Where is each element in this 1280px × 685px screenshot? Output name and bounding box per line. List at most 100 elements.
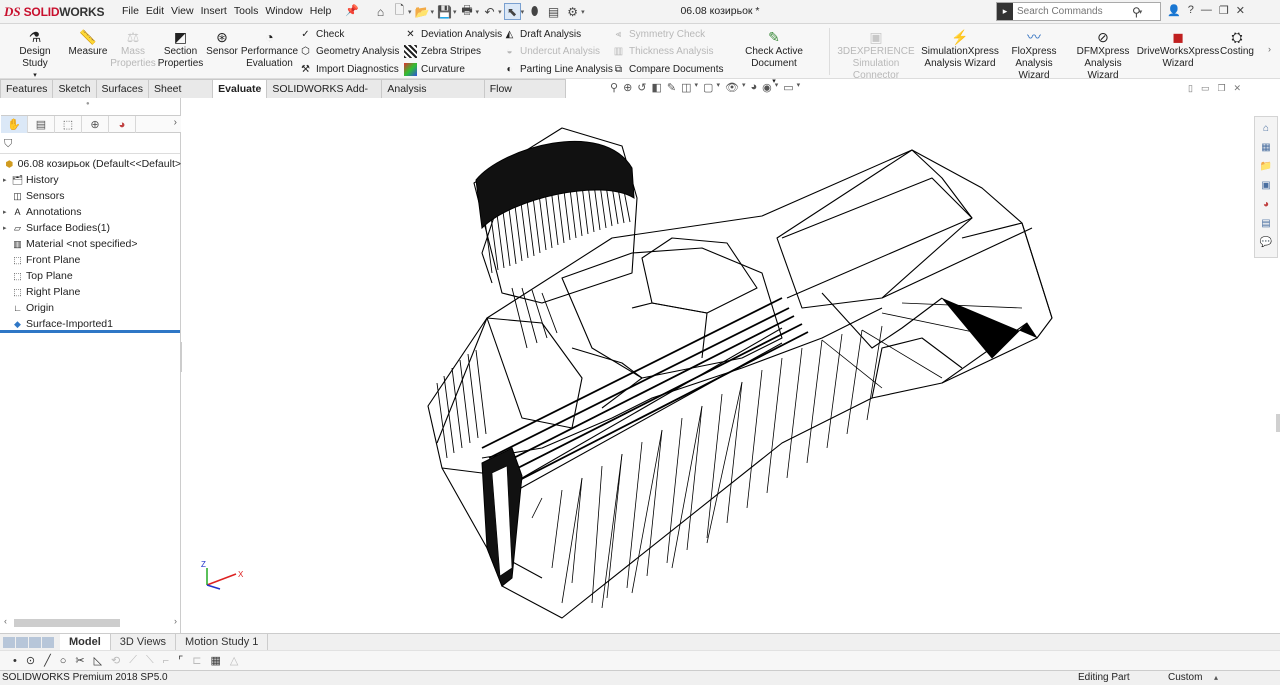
floxpress-button[interactable]: 〰 FloXpress Analysis Wizard — [1000, 28, 1068, 82]
expand-arrow-icon[interactable]: ▸ — [3, 176, 11, 184]
open-folder-icon[interactable]: 📂 — [414, 3, 431, 20]
tree-item-material[interactable]: ▥ Material <not specified> — [0, 236, 181, 252]
tree-item-history[interactable]: ▸ 🗂 History — [0, 172, 181, 188]
viewport-split-icon[interactable]: ▯ — [1188, 83, 1193, 94]
circle-icon[interactable]: ○ — [60, 655, 67, 667]
select-pointer-icon[interactable]: ⬉ — [503, 3, 521, 20]
costing-button[interactable]: ⛭ Costing — [1218, 28, 1256, 58]
help-icon[interactable]: ? — [1188, 4, 1194, 17]
curvature-button[interactable]: Curvature — [404, 62, 465, 77]
pin-icon[interactable]: 📌 — [345, 4, 359, 17]
minimize-icon[interactable]: — — [1201, 4, 1212, 17]
unit-system-menu-icon[interactable]: ▴ — [1214, 671, 1218, 685]
dynamic-annotation-icon[interactable]: ✎ — [667, 81, 676, 94]
feature-manager-tab-icon[interactable]: ✋ — [1, 116, 28, 133]
display-manager-tab-icon[interactable]: ◕ — [109, 116, 136, 133]
viewport-restore-icon[interactable]: ❐ — [1217, 83, 1225, 94]
forum-icon[interactable]: 💬 — [1259, 235, 1274, 250]
tab-model[interactable]: Model — [60, 633, 111, 651]
tree-item-top-plane[interactable]: ⬚ Top Plane — [0, 268, 181, 284]
tree-item-right-plane[interactable]: ⬚ Right Plane — [0, 284, 181, 300]
print-icon[interactable]: 🖶 — [459, 3, 476, 20]
menu-file[interactable]: File — [122, 5, 146, 17]
apply-scene-icon[interactable]: ◉ — [762, 81, 772, 94]
configuration-manager-tab-icon[interactable]: ⬚ — [55, 116, 82, 133]
scroll-left-icon[interactable]: ‹ — [4, 616, 7, 626]
hide-show-items-icon[interactable]: 👁 — [725, 81, 739, 94]
restore-icon[interactable]: ❐ — [1219, 4, 1229, 17]
thickness-analysis-button[interactable]: ▥ Thickness Analysis — [612, 44, 714, 59]
draft-analysis-button[interactable]: ◭ Draft Analysis — [503, 27, 582, 42]
circle-center-icon[interactable]: ⊙ — [26, 654, 35, 667]
parting-line-analysis-button[interactable]: ◐ Parting Line Analysis — [503, 62, 612, 77]
mass-properties-button[interactable]: ⚖ Mass Properties — [110, 28, 156, 70]
section-view-icon[interactable]: ◧ — [652, 81, 662, 94]
menu-tools[interactable]: Tools — [234, 5, 266, 17]
more-commands-icon[interactable]: › — [1268, 44, 1271, 54]
view-orientation-icon[interactable]: ◫ — [681, 81, 691, 94]
tab-solidworks-addins[interactable]: SOLIDWORKS Add-Ins — [266, 79, 383, 113]
dimxpert-manager-tab-icon[interactable]: ⊕ — [82, 116, 109, 133]
design-library-icon[interactable]: ▦ — [1259, 140, 1274, 155]
zoom-to-area-icon[interactable]: ⊕ — [623, 81, 632, 94]
geometry-analysis-button[interactable]: ⬡ Geometry Analysis — [299, 44, 399, 59]
undercut-analysis-button[interactable]: ◒ Undercut Analysis — [503, 44, 600, 59]
menu-window[interactable]: Window — [265, 5, 309, 17]
wireframe-model[interactable] — [182, 98, 1254, 633]
check-active-document-button[interactable]: ✎ Check Active Document ▾ — [724, 28, 824, 88]
performance-evaluation-button[interactable]: ◔ Performance Evaluation — [241, 28, 298, 70]
sensor-button[interactable]: ⊛ Sensor — [205, 28, 239, 58]
solidworks-resources-icon[interactable]: ⌂ — [1259, 121, 1274, 136]
right-edge-handle[interactable] — [1276, 414, 1280, 432]
search-input[interactable] — [1017, 6, 1132, 17]
last-tab-icon[interactable] — [42, 636, 54, 648]
undo-icon[interactable]: ↶ — [481, 3, 498, 20]
section-properties-button[interactable]: ◩ Section Properties — [158, 28, 204, 70]
unit-system[interactable]: Custom — [1168, 671, 1202, 685]
tab-sheet-metal[interactable]: Sheet Metal — [147, 79, 214, 113]
tree-item-origin[interactable]: ∟ Origin — [0, 300, 181, 316]
file-properties-icon[interactable]: ▤ — [545, 3, 562, 20]
dfmxpress-button[interactable]: ⊘ DFMXpress Analysis Wizard — [1070, 28, 1136, 82]
menu-insert[interactable]: Insert — [201, 5, 234, 17]
polygon-icon[interactable]: △ — [230, 654, 238, 667]
home-icon[interactable]: ⌂ — [372, 3, 389, 20]
viewport-close-icon[interactable]: ✕ — [1234, 83, 1242, 94]
solidworks-logo[interactable]: DS SOLIDWORKS — [4, 3, 104, 21]
measure-button[interactable]: 📏 Measure — [68, 28, 108, 58]
convert-entities-icon[interactable]: ⟍ — [146, 654, 154, 667]
panel-tabs-more-icon[interactable]: › — [174, 117, 177, 128]
grid-icon[interactable]: ▦ — [210, 654, 220, 667]
design-study-button[interactable]: ⚗ Design Study ▾ — [6, 28, 64, 82]
tree-root-part[interactable]: ⬢ 06.08 козирьок (Default<<Default> — [0, 156, 181, 172]
menu-edit[interactable]: Edit — [146, 5, 171, 17]
display-style-icon[interactable]: ▢ — [703, 81, 713, 94]
scroll-right-icon[interactable]: › — [174, 616, 177, 626]
close-icon[interactable]: ✕ — [1236, 4, 1245, 17]
panel-grip-icon[interactable]: ● — [86, 101, 90, 107]
tab-3d-views[interactable]: 3D Views — [111, 633, 177, 651]
previous-tab-icon[interactable] — [16, 636, 28, 648]
trim-icon[interactable]: ✂ — [75, 654, 84, 667]
compare-documents-button[interactable]: ⧉ Compare Documents — [612, 62, 724, 77]
expand-arrow-icon[interactable]: ▸ — [3, 208, 11, 216]
save-icon[interactable]: 💾 — [436, 3, 453, 20]
appearances-icon[interactable]: ◕ — [1259, 197, 1274, 212]
simulationxpress-button[interactable]: ⚡ SimulationXpress Analysis Wizard — [921, 28, 999, 70]
tab-features[interactable]: Features — [0, 79, 54, 98]
point-icon[interactable]: • — [13, 655, 17, 667]
viewport-minimize-icon[interactable]: ▭ — [1201, 83, 1210, 94]
tree-item-annotations[interactable]: ▸ A Annotations — [0, 204, 181, 220]
graphics-area[interactable] — [182, 98, 1254, 633]
zebra-stripes-button[interactable]: Zebra Stripes — [404, 44, 481, 59]
line-icon[interactable]: ╱ — [44, 654, 51, 667]
check-button[interactable]: ✓ Check — [299, 27, 344, 42]
tree-item-surface-bodies[interactable]: ▸ ▱ Surface Bodies(1) — [0, 220, 181, 236]
tab-analysis-preparation[interactable]: Analysis Preparation — [381, 79, 485, 113]
smart-dimension-icon[interactable]: ◺ — [94, 654, 102, 667]
add-relation-icon[interactable]: ⊏ — [192, 654, 201, 667]
deviation-analysis-button[interactable]: ✕ Deviation Analysis — [404, 27, 502, 42]
previous-view-icon[interactable]: ↺ — [637, 81, 646, 94]
tab-evaluate[interactable]: Evaluate — [212, 79, 268, 98]
driveworksxpress-button[interactable]: ◼ DriveWorksXpress Wizard — [1137, 28, 1220, 70]
